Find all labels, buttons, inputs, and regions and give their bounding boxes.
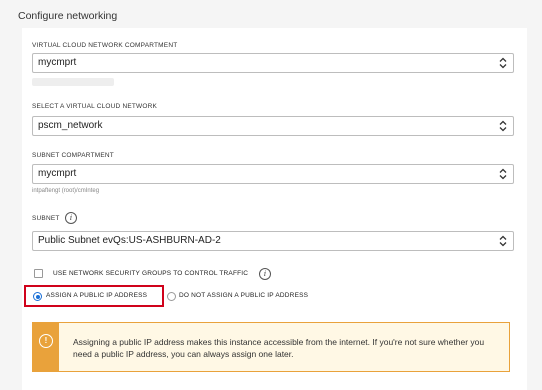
nsg-info-icon[interactable]: i [259, 268, 271, 280]
vcn-label: SELECT A VIRTUAL CLOUD NETWORK [32, 103, 158, 110]
warning-icon: ! [39, 334, 53, 348]
nsg-label: USE NETWORK SECURITY GROUPS TO CONTROL T… [53, 270, 249, 277]
select-chevron-icon [499, 120, 507, 132]
subnet-compartment-label: SUBNET COMPARTMENT [32, 152, 114, 159]
vcn-select[interactable]: pscm_network [32, 116, 514, 136]
alert-bar: ! [33, 323, 59, 371]
vcn-value: pscm_network [38, 120, 103, 131]
subnet-select[interactable]: Public Subnet evQs:US-ASHBURN-AD-2 [32, 231, 514, 251]
vcn-compartment-value: mycmprt [38, 57, 77, 68]
select-chevron-icon [499, 168, 507, 180]
nsg-checkbox[interactable] [34, 269, 43, 278]
vcn-compartment-select[interactable]: mycmprt [32, 53, 514, 73]
public-ip-highlight-box [24, 285, 164, 307]
no-public-ip-label: DO NOT ASSIGN A PUBLIC IP ADDRESS [179, 292, 309, 299]
subnet-info-icon[interactable]: i [65, 212, 77, 224]
subnet-compartment-hint: intpaftengt (root)/cmInteg [32, 188, 100, 194]
redacted-text [32, 78, 114, 86]
vcn-compartment-label: VIRTUAL CLOUD NETWORK COMPARTMENT [32, 42, 178, 49]
alert-text: Assigning a public IP address makes this… [73, 337, 485, 359]
subnet-compartment-value: mycmprt [38, 168, 77, 179]
subnet-compartment-select[interactable]: mycmprt [32, 164, 514, 184]
public-ip-warning-alert: ! Assigning a public IP address makes th… [32, 322, 510, 372]
subnet-label: SUBNET [32, 215, 60, 222]
no-public-ip-radio[interactable] [167, 292, 176, 301]
subnet-value: Public Subnet evQs:US-ASHBURN-AD-2 [38, 235, 221, 246]
select-chevron-icon [499, 57, 507, 69]
select-chevron-icon [499, 235, 507, 247]
section-title: Configure networking [18, 10, 118, 22]
